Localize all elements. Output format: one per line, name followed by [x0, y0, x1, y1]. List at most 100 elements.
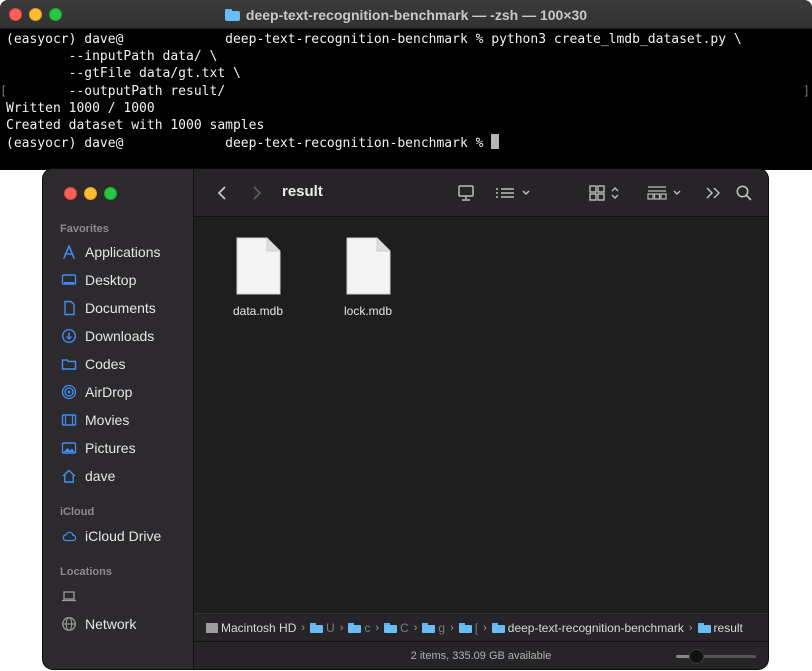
document-icon — [61, 300, 77, 316]
chevron-left-icon — [217, 186, 226, 200]
terminal-prompt: (easyocr) dave@ deep-text-recognition-be… — [6, 136, 492, 152]
path-item[interactable]: U — [326, 621, 335, 635]
sidebar-item-desktop[interactable]: Desktop — [61, 269, 136, 291]
sidebar-item-label: Network — [85, 616, 137, 632]
sidebar-item-movies[interactable]: Movies — [61, 409, 129, 431]
sidebar-item-label: Codes — [85, 356, 126, 372]
sidebar-item-downloads[interactable]: Downloads — [61, 325, 154, 347]
sidebar-item-airdrop[interactable]: AirDrop — [61, 381, 132, 403]
chevron-right-icon: › — [413, 621, 418, 634]
back-button[interactable] — [212, 181, 232, 205]
path-bar: Macintosh HD › U › c › C › g › [ › deep-… — [194, 613, 768, 641]
icon-grid-icon — [589, 185, 619, 201]
forward-button[interactable] — [247, 181, 267, 205]
sidebar-item-label: Downloads — [85, 328, 155, 344]
text-cursor — [491, 134, 500, 150]
minimize-button[interactable] — [84, 187, 97, 200]
arrange-button[interactable] — [646, 181, 686, 205]
sidebar-item-applications[interactable]: Applications — [61, 241, 161, 263]
status-bar: 2 items, 335.09 GB available — [194, 641, 768, 669]
folder-icon — [61, 356, 77, 372]
picture-icon — [61, 440, 77, 456]
sidebar-section-icloud: iCloud — [60, 506, 95, 518]
path-item[interactable]: Macintosh HD — [221, 621, 296, 635]
path-item[interactable]: C — [400, 621, 409, 635]
chevron-double-right-icon — [706, 187, 721, 199]
sidebar-section-locations: Locations — [60, 566, 112, 578]
search-button[interactable] — [734, 181, 754, 205]
terminal-line: --outputPath result/ — [6, 83, 226, 99]
file-item[interactable]: lock.mdb — [328, 237, 408, 318]
terminal-title: deep-text-recognition-benchmark — -zsh —… — [0, 0, 812, 29]
document-icon — [236, 237, 281, 295]
sidebar-item-label: Movies — [85, 412, 130, 428]
sidebar-item-documents[interactable]: Documents — [61, 297, 156, 319]
sidebar-item-label: dave — [85, 468, 116, 484]
terminal-line: (easyocr) dave@ deep-text-recognition-be… — [6, 32, 742, 47]
download-icon — [61, 328, 77, 344]
close-button[interactable] — [64, 187, 77, 200]
sidebar-item-label: Applications — [85, 244, 161, 260]
terminal-line: --gtFile data/gt.txt \ — [6, 66, 241, 82]
terminal-line: Written 1000 / 1000 — [6, 100, 155, 116]
terminal-titlebar: deep-text-recognition-benchmark — -zsh —… — [0, 0, 812, 29]
sidebar-section-favorites: Favorites — [60, 223, 109, 235]
film-icon — [61, 412, 77, 428]
view-mode-button[interactable] — [588, 181, 628, 205]
sidebar-item-label: Pictures — [85, 440, 136, 456]
folder-icon — [348, 622, 362, 633]
file-name: data.mdb — [232, 304, 284, 318]
file-item[interactable]: data.mdb — [218, 237, 298, 318]
chevron-right-icon: › — [301, 621, 306, 634]
sidebar-item-network[interactable]: Network — [61, 613, 136, 635]
window-title: result — [282, 183, 323, 200]
zoom-button[interactable] — [104, 187, 117, 200]
finder-window: Favorites Applications Desktop Documents… — [43, 169, 768, 669]
terminal-title-text: deep-text-recognition-benchmark — -zsh —… — [245, 6, 588, 23]
sidebar-item-icloud-drive[interactable]: iCloud Drive — [61, 525, 161, 547]
file-name: lock.mdb — [343, 304, 393, 318]
folder-icon — [224, 8, 240, 21]
path-item[interactable]: c — [364, 621, 370, 635]
applications-icon — [61, 244, 77, 260]
sidebar-item-dave[interactable]: dave — [61, 465, 115, 487]
sidebar-item-codes[interactable]: Codes — [61, 353, 125, 375]
cloud-icon — [61, 528, 77, 544]
icon-size-slider[interactable] — [676, 649, 756, 664]
sidebar-item-label: iCloud Drive — [85, 528, 162, 544]
path-item[interactable]: [ — [475, 621, 478, 635]
chevron-right-icon: › — [375, 621, 380, 634]
sidebar-item-computer[interactable] — [61, 585, 85, 607]
terminal-prompt-line[interactable]: (easyocr) dave@ deep-text-recognition-be… — [6, 134, 806, 151]
airdrop-icon — [61, 384, 77, 400]
path-item[interactable]: deep-text-recognition-benchmark — [508, 621, 684, 635]
folder-icon — [697, 622, 711, 633]
home-icon — [61, 468, 77, 484]
sidebar-item-pictures[interactable]: Pictures — [61, 437, 136, 459]
folder-icon — [491, 622, 505, 633]
slider-knob[interactable] — [688, 649, 704, 664]
document-icon — [346, 237, 391, 295]
more-toolbar-button[interactable] — [703, 181, 723, 205]
path-item-current[interactable]: result — [714, 621, 743, 635]
terminal-output[interactable]: (easyocr) dave@ deep-text-recognition-be… — [6, 31, 806, 151]
airdrop-share-button[interactable] — [454, 181, 478, 205]
chevron-right-icon: › — [339, 621, 344, 634]
sidebar: Favorites Applications Desktop Documents… — [43, 169, 194, 669]
sidebar-item-label: Documents — [85, 300, 156, 316]
path-item[interactable]: g — [438, 621, 445, 635]
sidebar-item-label: Desktop — [85, 272, 137, 288]
terminal-line: Created dataset with 1000 samples — [6, 117, 265, 133]
file-view[interactable]: data.mdb lock.mdb — [194, 217, 768, 613]
folder-icon — [422, 622, 436, 633]
terminal-window: deep-text-recognition-benchmark — -zsh —… — [0, 0, 812, 170]
desktop-icon — [61, 272, 77, 288]
chevron-right-icon — [253, 186, 262, 200]
group-by-button[interactable] — [494, 181, 536, 205]
status-text: 2 items, 335.09 GB available — [410, 649, 552, 662]
terminal-line: --inputPath data/ \ — [6, 49, 218, 65]
laptop-icon — [61, 588, 77, 604]
finder-toolbar: result — [194, 169, 768, 217]
display-icon — [458, 185, 474, 201]
folder-icon — [384, 622, 398, 633]
